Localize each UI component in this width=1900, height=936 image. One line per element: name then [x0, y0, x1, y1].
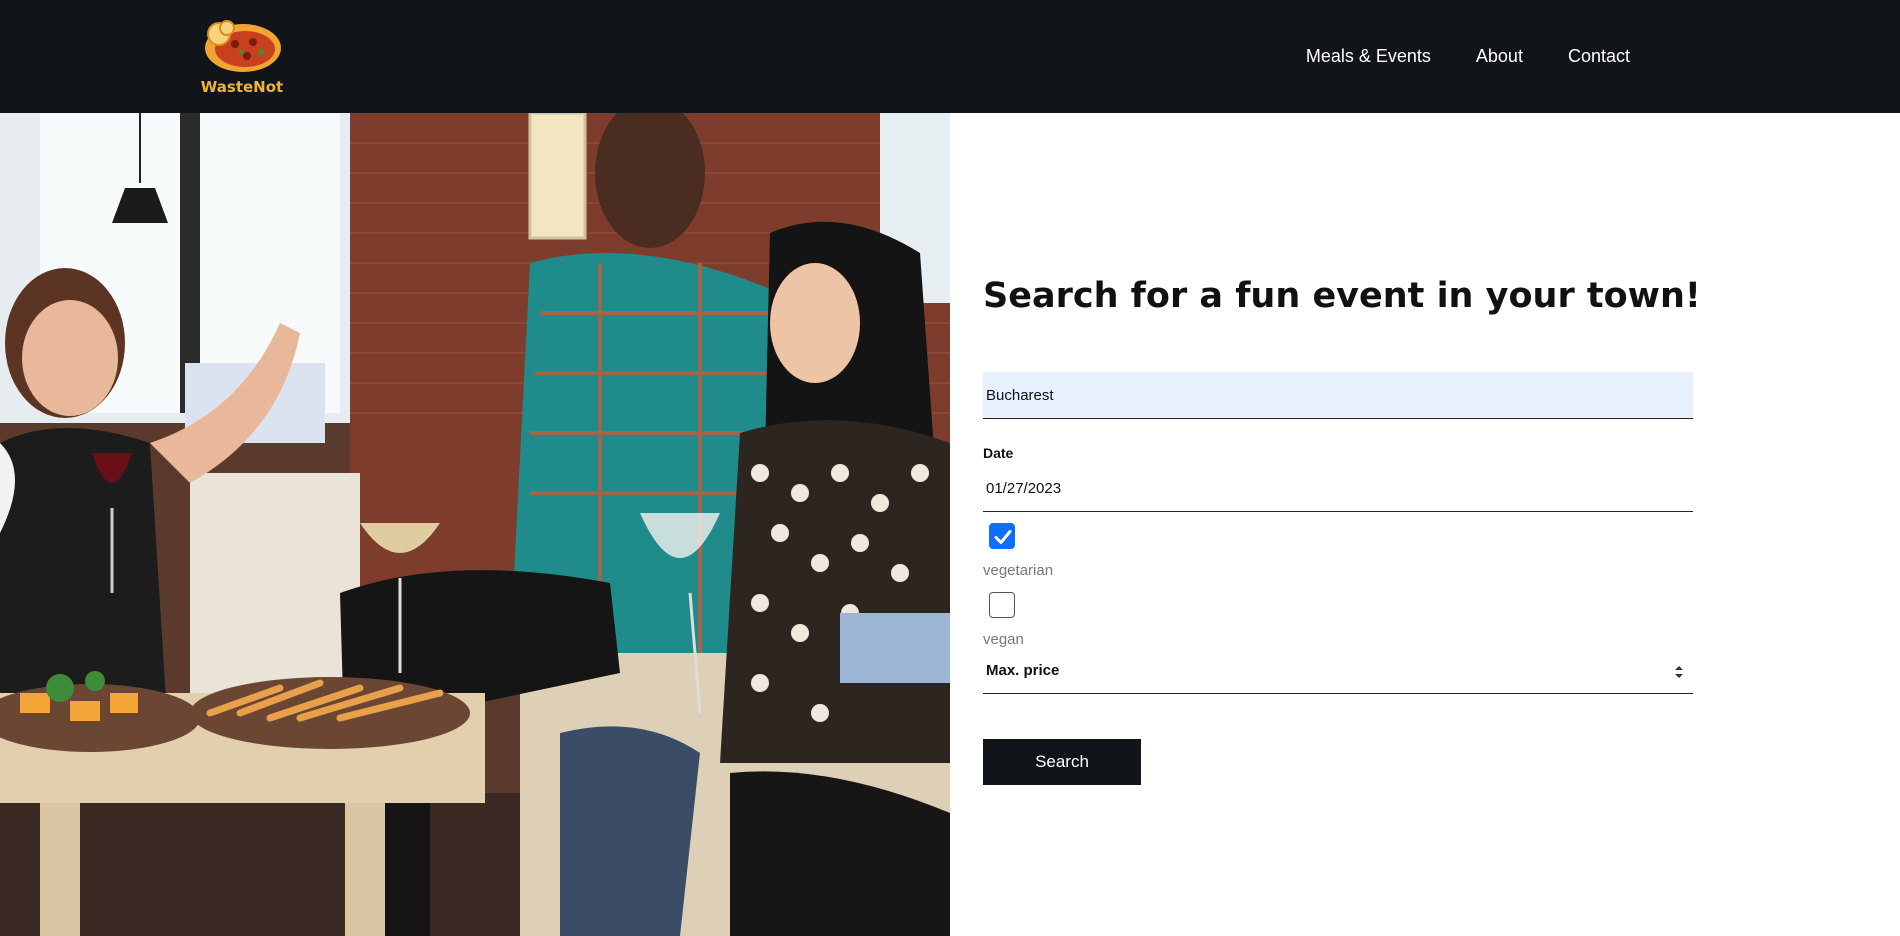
location-input[interactable] [983, 372, 1693, 418]
nav-about[interactable]: About [1476, 46, 1523, 67]
brand-logo[interactable]: WasteNot [199, 14, 285, 98]
vegetarian-label: vegetarian [983, 562, 1054, 579]
hero-photo [0, 113, 950, 936]
navbar: WasteNot Meals & Events About Contact [0, 0, 1900, 113]
number-spinner-icon[interactable] [1673, 664, 1685, 680]
date-input[interactable] [983, 465, 1693, 511]
max-price-placeholder: Max. price [986, 662, 1060, 679]
vegetarian-checkbox[interactable] [989, 523, 1015, 549]
date-label: Date [983, 445, 1014, 461]
location-field[interactable] [983, 372, 1693, 419]
page-title: Search for a fun event in your town! [983, 276, 1701, 316]
nav-contact[interactable]: Contact [1568, 46, 1630, 67]
vegan-label: vegan [983, 631, 1024, 648]
nav-meals-events[interactable]: Meals & Events [1306, 46, 1431, 67]
main-nav: Meals & Events About Contact [1261, 0, 1630, 113]
search-button[interactable]: Search [983, 739, 1141, 785]
checkmark-icon [994, 530, 1012, 544]
max-price-field[interactable]: Max. price [983, 652, 1693, 694]
friends-party-photo [0, 113, 950, 936]
vegan-checkbox[interactable] [989, 592, 1015, 618]
brand-name: WasteNot [200, 78, 284, 96]
pizza-logo-icon [205, 20, 281, 72]
date-field[interactable] [983, 465, 1693, 512]
